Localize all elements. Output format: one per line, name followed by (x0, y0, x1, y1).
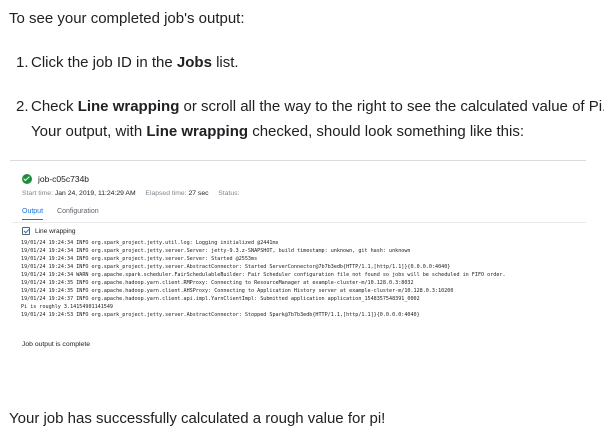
log-line: 19/01/24 19:24:34 WARN org.apache.spark.… (21, 272, 506, 278)
success-check-icon (22, 174, 32, 184)
intro-text: To see your completed job's output: (9, 10, 245, 27)
step-text: Your output, with (31, 123, 147, 140)
elapsed-time-label: Elapsed time: (145, 190, 187, 197)
elapsed-time-value: 27 sec (188, 190, 209, 197)
log-line: Pi is roughly 3.14154901141549 (21, 304, 114, 310)
tab-bar: Output Configuration (22, 208, 99, 220)
step-bold: Line wrapping (146, 123, 249, 140)
log-line: 19/01/24 19:24:34 INFO org.spark_project… (21, 264, 451, 270)
step-bold: Line wrapping (77, 98, 180, 115)
outro-text: Your job has successfully calculated a r… (9, 410, 386, 427)
divider (10, 160, 586, 161)
start-time-label: Start time: (22, 190, 53, 197)
log-line: 19/01/24 19:24:34 INFO org.spark_project… (21, 240, 279, 246)
step-1: 1. Click the job ID in the Jobs list. (16, 50, 239, 75)
step-bold: Jobs (176, 54, 212, 71)
tab-divider (12, 222, 586, 223)
job-complete-message: Job output is complete (22, 341, 91, 348)
job-output-screenshot: job-c05c734b Start time: Jan 24, 2019, 1… (12, 170, 586, 360)
line-wrapping-label: Line wrapping (35, 227, 76, 235)
document: To see your completed job's output: 1. Cl… (0, 0, 604, 444)
job-header: job-c05c734b (22, 174, 89, 184)
step-text: checked, should look something like this… (248, 123, 525, 140)
step-text: or scroll all the way to the right to se… (179, 98, 604, 115)
tab-output[interactable]: Output (22, 208, 44, 220)
log-line: 19/01/24 19:24:34 INFO org.spark_project… (21, 256, 258, 262)
step-2: 2. Check Line wrapping or scroll all the … (16, 94, 604, 144)
line-wrapping-toggle[interactable]: Line wrapping (22, 227, 75, 235)
status-label: Status: (218, 190, 240, 197)
start-time-value: Jan 24, 2019, 11:24:29 AM (54, 190, 136, 197)
log-line: 19/01/24 19:24:35 INFO org.apache.hadoop… (21, 280, 414, 286)
checkbox-checked-icon[interactable] (22, 227, 30, 235)
step-number: 1. (16, 54, 29, 71)
log-line: 19/01/24 19:24:53 INFO org.spark_project… (21, 312, 420, 318)
log-line: 19/01/24 19:24:37 INFO org.apache.hadoop… (21, 296, 420, 302)
tab-configuration[interactable]: Configuration (57, 208, 99, 220)
step-text: list. (211, 54, 239, 71)
log-line: 19/01/24 19:24:34 INFO org.spark_project… (21, 248, 411, 254)
job-meta: Start time: Jan 24, 2019, 11:24:29 AM El… (22, 190, 239, 197)
step-text: Check (31, 98, 78, 115)
step-text: Click the job ID in the (31, 54, 177, 71)
step-number: 2. (16, 98, 29, 115)
log-line: 19/01/24 19:24:35 INFO org.apache.hadoop… (21, 288, 454, 294)
job-id: job-c05c734b (38, 174, 90, 184)
